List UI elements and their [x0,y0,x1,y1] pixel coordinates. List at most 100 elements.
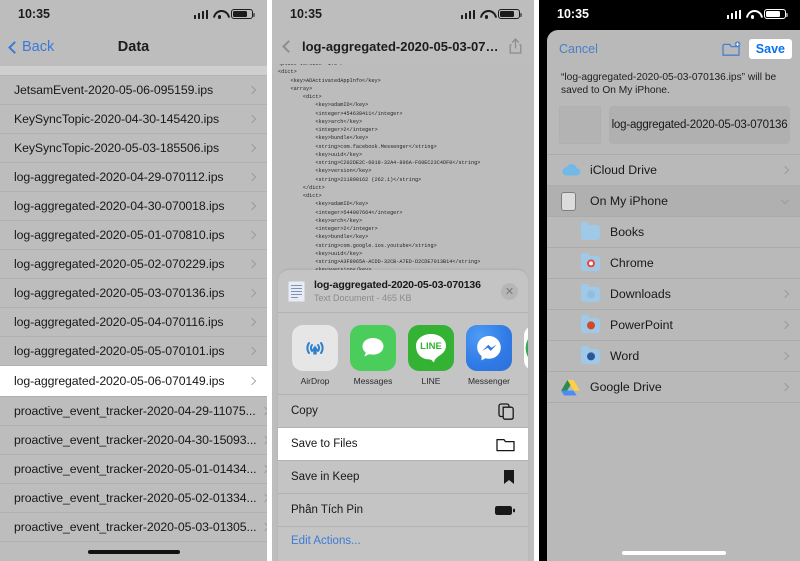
location-item-word[interactable]: Word [547,341,800,372]
share-action-copy[interactable]: Copy [278,395,528,428]
save-description: “log-aggregated-2020-05-03-070136.ips” w… [561,72,777,96]
file-list-item[interactable]: KeySyncTopic-2020-04-30-145420.ips [0,105,267,134]
edit-actions-label: Edit Actions... [291,535,361,547]
airdrop-icon [292,325,338,371]
file-name: proactive_event_tracker-2020-04-30-15093… [14,433,257,447]
share-action-save-to-files[interactable]: Save to Files [278,428,528,461]
file-name: proactive_event_tracker-2020-05-01-01434… [14,462,257,476]
file-name: log-aggregated-2020-05-01-070810.ips [14,228,225,242]
svg-text:LINE: LINE [420,341,442,352]
file-name: log-aggregated-2020-05-06-070149.ips [14,374,225,388]
chevron-left-icon [8,40,21,54]
chevron-right-icon [247,114,257,124]
share-action-label: Copy [291,405,318,417]
share-file-meta: Text Document - 465 KB [314,293,412,303]
left-nav-bar: Back Data [0,28,267,66]
location-item-powerpoint[interactable]: PowerPoint [547,310,800,341]
three-phone-screenshot-stage: 10:35 Back Data JetsamEvent-2020-05-06-0… [0,0,800,561]
location-item-icloud-drive[interactable]: iCloud Drive [547,155,800,186]
share-action-label: Phân Tích Pin [291,504,364,516]
location-label: Google Drive [590,380,662,394]
folder-powerpoint-icon [581,314,601,333]
middle-nav-bar: log-aggregated-2020-05-03-0701... [272,28,534,64]
list-top-spacer [0,66,267,76]
location-list: iCloud Drive On My iPhone Books Chrome Downl… [547,154,800,403]
status-bar-indicators [460,8,523,20]
file-list-item[interactable]: proactive_event_tracker-2020-05-01-01434… [0,455,267,484]
status-bar-time: 10:35 [18,7,50,21]
location-item-google-drive[interactable]: Google Drive [547,372,800,403]
location-label: Books [610,225,645,239]
save-to-files-sheet: Cancel Save “log-aggregated-2020-05-03-0… [547,30,800,561]
bookmark-icon [503,469,515,485]
file-name: proactive_event_tracker-2020-04-29-11075… [14,404,256,418]
share-app-line[interactable]: LINE LINE [408,325,454,386]
cellular-signal-icon [193,9,208,19]
file-list-item[interactable]: log-aggregated-2020-05-01-070810.ips [0,221,267,250]
copy-icon [498,402,515,420]
share-app-row: AirDrop Messages LINE LINE Messenger C [278,313,528,394]
location-item-books[interactable]: Books [547,217,800,248]
document-title: log-aggregated-2020-05-03-0701... [302,38,500,54]
share-app-label: C [524,376,528,386]
back-button[interactable]: Back [8,39,54,55]
file-list-item[interactable]: log-aggregated-2020-05-03-070136.ips [0,279,267,308]
battery-icon [498,8,523,20]
location-item-on-my-iphone[interactable]: On My iPhone [547,186,800,217]
file-list-item[interactable]: log-aggregated-2020-05-05-070101.ips [0,337,267,366]
folder-word-icon [581,345,601,364]
close-icon[interactable]: ✕ [501,282,518,300]
location-item-downloads[interactable]: Downloads [547,279,800,310]
file-list-item[interactable]: proactive_event_tracker-2020-05-02-01334… [0,484,267,513]
xml-content-view[interactable]: <plist version="1.0"> <dict> <key>ADActi… [272,64,534,270]
location-item-chrome[interactable]: Chrome [547,248,800,279]
folder-chrome-icon [581,252,601,271]
edit-actions-button[interactable]: Edit Actions... [278,527,528,555]
battery-icon [764,8,789,20]
chevron-right-icon [247,317,257,327]
file-name: proactive_event_tracker-2020-05-02-01334… [14,491,257,505]
file-list-item[interactable]: KeySyncTopic-2020-05-03-185506.ips [0,134,267,163]
file-list-item[interactable]: log-aggregated-2020-04-30-070018.ips [0,192,267,221]
chevron-right-icon [780,320,790,330]
left-phone-panel: 10:35 Back Data JetsamEvent-2020-05-06-0… [0,0,267,561]
xml-text: <plist version="1.0"> <dict> <key>ADActi… [278,64,481,270]
cancel-button[interactable]: Cancel [559,42,598,56]
file-list-item[interactable]: log-aggregated-2020-05-06-070149.ips [0,366,267,397]
share-app-label: Messages [353,376,393,386]
home-indicator-left [0,543,267,561]
status-bar-mid: 10:35 [272,0,534,28]
share-app-c[interactable]: C [524,325,528,386]
file-name: log-aggregated-2020-05-05-070101.ips [14,344,225,358]
share-app-messenger[interactable]: Messenger [466,325,512,386]
folder-plain-icon [581,221,601,240]
file-list-item[interactable]: proactive_event_tracker-2020-04-29-11075… [0,397,267,426]
folder-downloads-icon [581,283,601,302]
share-action-ph-n-t-ch-pin[interactable]: Phân Tích Pin [278,494,528,527]
file-list-item[interactable]: proactive_event_tracker-2020-05-03-01305… [0,513,267,542]
battery-action-icon [495,505,515,516]
right-phone-panel: 10:35 Cancel Save “log-aggregated-2020-0… [539,0,800,561]
battery-icon [231,8,256,20]
share-icon[interactable] [509,38,522,54]
save-button[interactable]: Save [748,39,792,59]
file-list-item[interactable]: log-aggregated-2020-05-02-070229.ips [0,250,267,279]
file-name: log-aggregated-2020-04-30-070018.ips [14,199,225,213]
cellular-signal-icon [726,9,741,19]
chevron-left-icon[interactable] [282,39,295,53]
file-list-item[interactable]: log-aggregated-2020-05-04-070116.ips [0,308,267,337]
share-app-messages[interactable]: Messages [350,325,396,386]
file-name: proactive_event_tracker-2020-05-03-01305… [14,520,257,534]
share-action-save-in-keep[interactable]: Save in Keep [278,461,528,494]
home-indicator-mid [278,555,528,561]
new-folder-icon[interactable] [722,41,741,57]
share-app-airdrop[interactable]: AirDrop [292,325,338,386]
file-name: KeySyncTopic-2020-04-30-145420.ips [14,112,220,126]
file-list-item[interactable]: proactive_event_tracker-2020-04-30-15093… [0,426,267,455]
status-bar-right: 10:35 [539,0,800,28]
share-app-label: Messenger [467,376,511,386]
status-bar-indicators [726,8,789,20]
file-list-item[interactable]: log-aggregated-2020-04-29-070112.ips [0,163,267,192]
filename-input[interactable]: log-aggregated-2020-05-03-070136 [609,106,790,144]
file-list-item[interactable]: JetsamEvent-2020-05-06-095159.ips [0,76,267,105]
